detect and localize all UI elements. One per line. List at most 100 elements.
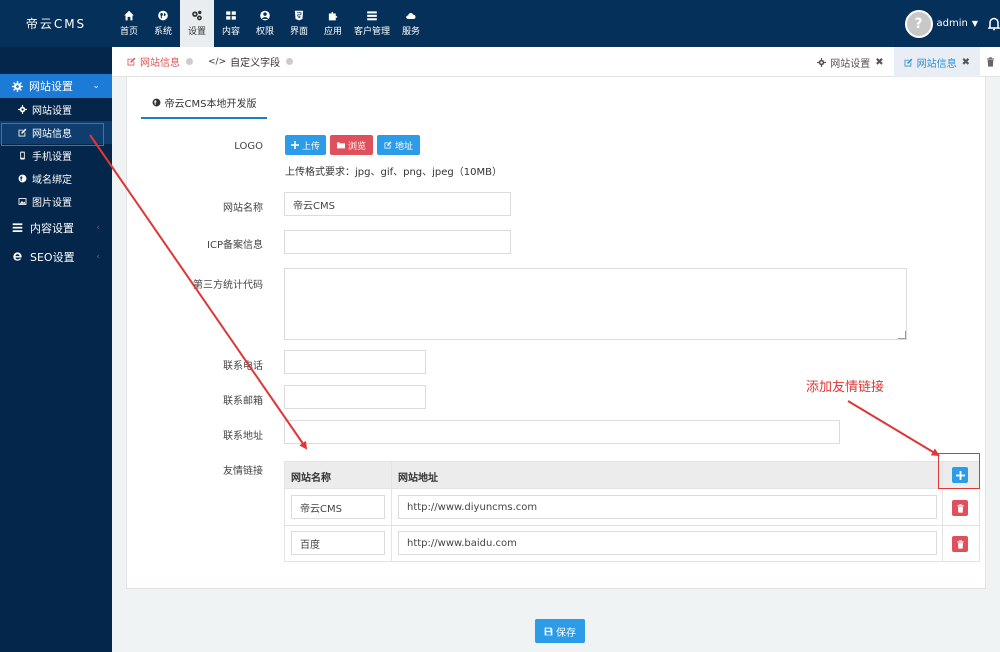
phone-input[interactable]	[284, 350, 426, 374]
address-button[interactable]: 地址	[377, 135, 420, 155]
panel-tab-label: 帝云CMS本地开发版	[164, 99, 257, 110]
table-header: 网站名称 网站地址	[285, 462, 979, 489]
tab-dot	[186, 58, 193, 65]
logo-label: LOGO	[234, 141, 263, 152]
window-tab-site-info[interactable]: 网站信息 ✖	[893, 47, 980, 77]
phone-label: 联系电话	[223, 361, 263, 372]
address-input[interactable]	[284, 420, 840, 444]
sidebar-section-label: 网站设置	[29, 80, 73, 93]
nav-apps[interactable]: 应用	[316, 0, 350, 47]
annotation-label: 添加友情链接	[806, 380, 885, 395]
nav-settings[interactable]: 设置	[180, 0, 214, 47]
grid-icon	[225, 10, 237, 21]
top-navbar: 帝云CMS 首页 系统 设置 内容 权限 界面 应用 客户管理 服务 ? adm…	[0, 0, 1000, 47]
username[interactable]: admin	[937, 18, 968, 29]
edit-icon	[384, 141, 392, 149]
nav-label: 界面	[289, 27, 308, 37]
sidebar-item-label: 网站设置	[32, 106, 72, 117]
panel-tab-local[interactable]: 帝云CMS本地开发版	[141, 88, 267, 119]
sidebar-group-label: SEO设置	[30, 250, 75, 264]
stats-code-textarea[interactable]	[284, 268, 907, 340]
cogs-icon	[191, 10, 203, 21]
html5-icon	[293, 10, 305, 21]
upload-button[interactable]: 上传	[285, 135, 326, 155]
sidebar-item-image[interactable]: 图片设置	[0, 190, 112, 213]
email-label: 联系邮箱	[223, 396, 263, 407]
puzzle-icon	[327, 10, 339, 21]
window-tabs: 网站设置 ✖ 网站信息 ✖	[807, 47, 1000, 77]
home-icon	[123, 10, 135, 21]
save-button-label: 保存	[556, 627, 576, 639]
sidebar-group-content[interactable]: 内容设置 ‹	[0, 213, 112, 242]
friend-links-table: 网站名称 网站地址 帝云CMS http://www.diyuncms.com …	[284, 461, 980, 562]
nav-home[interactable]: 首页	[112, 0, 146, 47]
tab-dot	[286, 58, 294, 65]
icp-input[interactable]	[284, 230, 511, 254]
site-name-input[interactable]: 帝云CMS	[284, 192, 511, 216]
sidebar-item-label: 手机设置	[32, 152, 72, 163]
sidebar-item-site-settings[interactable]: 网站设置	[0, 98, 112, 121]
nav-permissions[interactable]: 权限	[248, 0, 282, 47]
nav-label: 服务	[401, 27, 420, 37]
link-name-input[interactable]: 百度	[291, 531, 385, 555]
nav-label: 应用	[323, 27, 342, 37]
email-input[interactable]	[284, 385, 426, 409]
link-name-input[interactable]: 帝云CMS	[291, 495, 385, 519]
image-icon	[17, 197, 27, 207]
tab-site-info[interactable]: 网站信息	[127, 54, 193, 69]
stats-code-label: 第三方统计代码	[193, 280, 263, 291]
upload-format-hint: 上传格式要求：jpg、gif、png、jpeg（10MB）	[285, 167, 502, 178]
mobile-icon	[17, 151, 27, 161]
bell-icon[interactable]	[987, 17, 1000, 31]
edit-icon	[127, 57, 136, 66]
nav-services[interactable]: 服务	[394, 0, 428, 47]
gear-icon	[12, 80, 23, 92]
trash-icon[interactable]	[980, 57, 1000, 67]
avatar[interactable]: ?	[904, 9, 933, 38]
gear-icon	[17, 105, 27, 115]
link-url-input[interactable]: http://www.diyuncms.com	[398, 495, 937, 519]
chevron-down-icon: ⌄	[92, 81, 100, 91]
brand-logo[interactable]: 帝云CMS	[0, 15, 112, 32]
nav-label: 内容	[221, 27, 240, 37]
resize-handle-icon[interactable]	[898, 331, 906, 339]
nav-customers[interactable]: 客户管理	[350, 0, 394, 47]
save-icon	[544, 627, 553, 635]
user-menu[interactable]: ? admin ▼	[904, 0, 1000, 47]
tab-label: 自定义字段	[230, 58, 281, 69]
window-tab-label: 网站设置	[830, 58, 871, 70]
page-tab-bar: 网站信息 </> 自定义字段 网站设置 ✖ 网站信息 ✖	[112, 47, 1000, 77]
delete-link-button[interactable]	[952, 500, 968, 516]
gear-icon	[817, 57, 827, 67]
sidebar-group-label: 内容设置	[30, 221, 74, 235]
sidebar-item-label: 图片设置	[32, 198, 72, 209]
address-button-label: 地址	[394, 141, 413, 152]
column-header-url: 网站地址	[398, 473, 438, 484]
delete-link-button[interactable]	[952, 536, 968, 552]
browse-button-label: 浏览	[347, 141, 366, 152]
tab-custom-fields[interactable]: </> 自定义字段	[208, 54, 294, 69]
nav-content[interactable]: 内容	[214, 0, 248, 47]
save-button[interactable]: 保存	[535, 619, 585, 643]
sidebar-section-site-settings[interactable]: 网站设置 ⌄	[0, 74, 112, 98]
link-url-input[interactable]: http://www.baidu.com	[398, 531, 937, 555]
sidebar-item-domain[interactable]: 域名绑定	[0, 167, 112, 190]
chevron-left-icon: ‹	[96, 222, 100, 233]
sidebar-group-seo[interactable]: SEO设置 ‹	[0, 242, 112, 271]
nav-system[interactable]: 系统	[146, 0, 180, 47]
nav-label: 首页	[119, 27, 138, 37]
trash-icon	[956, 503, 964, 513]
nav-interface[interactable]: 界面	[282, 0, 316, 47]
window-tab-site-settings[interactable]: 网站设置 ✖	[807, 47, 893, 77]
nav-label: 权限	[255, 27, 274, 37]
window-tab-label: 网站信息	[916, 58, 957, 70]
sidebar-item-mobile[interactable]: 手机设置	[0, 144, 112, 167]
divider	[285, 525, 979, 526]
nav-label: 设置	[187, 27, 206, 37]
annotation-highlight-add-button	[938, 453, 980, 489]
close-icon[interactable]: ✖	[875, 57, 883, 68]
globe-icon	[157, 10, 169, 21]
browse-button[interactable]: 浏览	[330, 135, 373, 155]
sidebar-item-label: 域名绑定	[32, 175, 72, 186]
close-icon[interactable]: ✖	[962, 57, 970, 68]
